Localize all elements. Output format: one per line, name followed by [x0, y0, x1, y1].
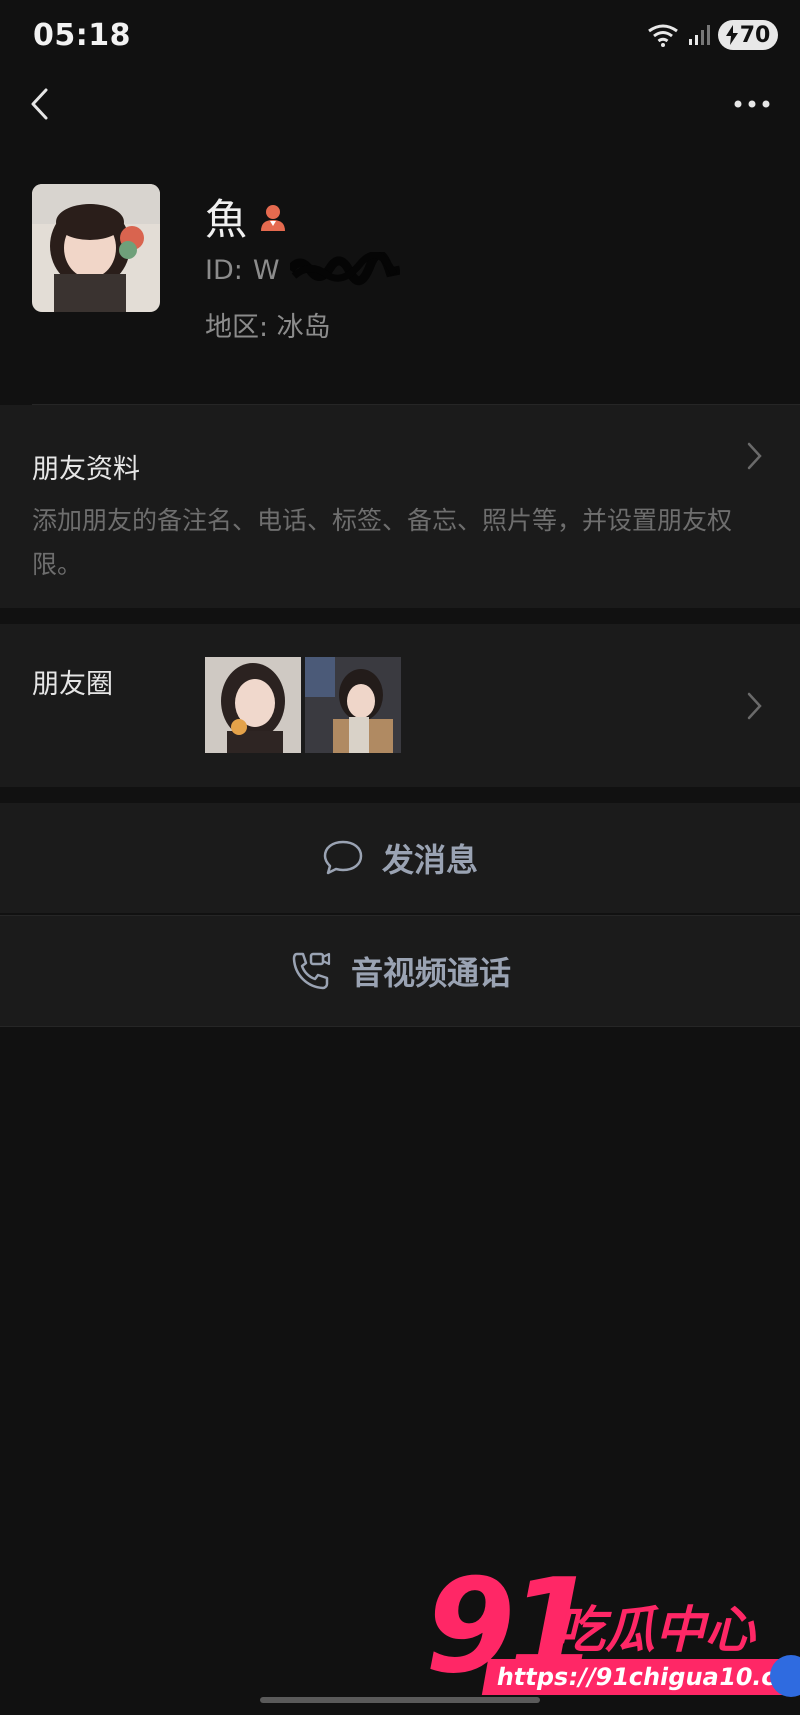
status-bar: 05:18 70: [0, 0, 800, 72]
battery-level: 70: [739, 22, 771, 48]
battery-indicator: 70: [718, 20, 778, 50]
nav-bar: [0, 72, 800, 138]
watermark-url: https://91chigua10.com: [481, 1659, 800, 1695]
friend-info-description: 添加朋友的备注名、电话、标签、备忘、照片等，并设置朋友权限。: [32, 506, 733, 579]
chat-bubble-icon: [323, 840, 363, 875]
status-icons: 70: [646, 20, 778, 50]
friend-info-card[interactable]: 朋友资料 添加朋友的备注名、电话、标签、备忘、照片等，并设置朋友权限。: [0, 405, 800, 608]
charging-icon: [725, 25, 738, 45]
profile-id-value: W: [252, 254, 280, 286]
profile-region: 地区: 冰岛: [205, 312, 331, 343]
more-options-icon[interactable]: [728, 84, 776, 124]
video-call-label: 音视频通话: [350, 954, 511, 992]
profile-name-row: 魚: [205, 186, 289, 247]
signal-icon: [689, 25, 710, 45]
moments-title: 朋友圈: [32, 669, 113, 700]
profile-name: 魚: [205, 195, 248, 244]
profile-id-label: ID:: [205, 254, 243, 286]
moments-card[interactable]: 朋友圈: [0, 624, 800, 787]
avatar[interactable]: [32, 184, 160, 312]
chevron-right-icon: [747, 442, 762, 470]
watermark: 91 吃瓜中心 https://91chigua10.com: [425, 1550, 800, 1715]
home-indicator[interactable]: [260, 1697, 540, 1703]
video-call-icon: [292, 952, 331, 990]
status-time: 05:18: [33, 18, 131, 53]
redaction-scribble: [289, 252, 400, 286]
chevron-right-icon: [747, 692, 762, 720]
back-icon[interactable]: [24, 84, 64, 124]
send-message-label: 发消息: [381, 841, 478, 879]
profile-id-row: ID: W: [205, 252, 400, 288]
video-call-button[interactable]: 音视频通话: [0, 915, 800, 1027]
wifi-icon: [648, 24, 678, 47]
female-gender-icon: [261, 204, 286, 231]
friend-info-title: 朋友资料: [32, 454, 140, 485]
moments-photo: [205, 657, 301, 753]
moments-thumbnails: [205, 657, 401, 753]
moments-photo: [305, 657, 401, 753]
watermark-logo-text: 吃瓜中心: [555, 1601, 755, 1659]
send-message-button[interactable]: 发消息: [0, 803, 800, 913]
